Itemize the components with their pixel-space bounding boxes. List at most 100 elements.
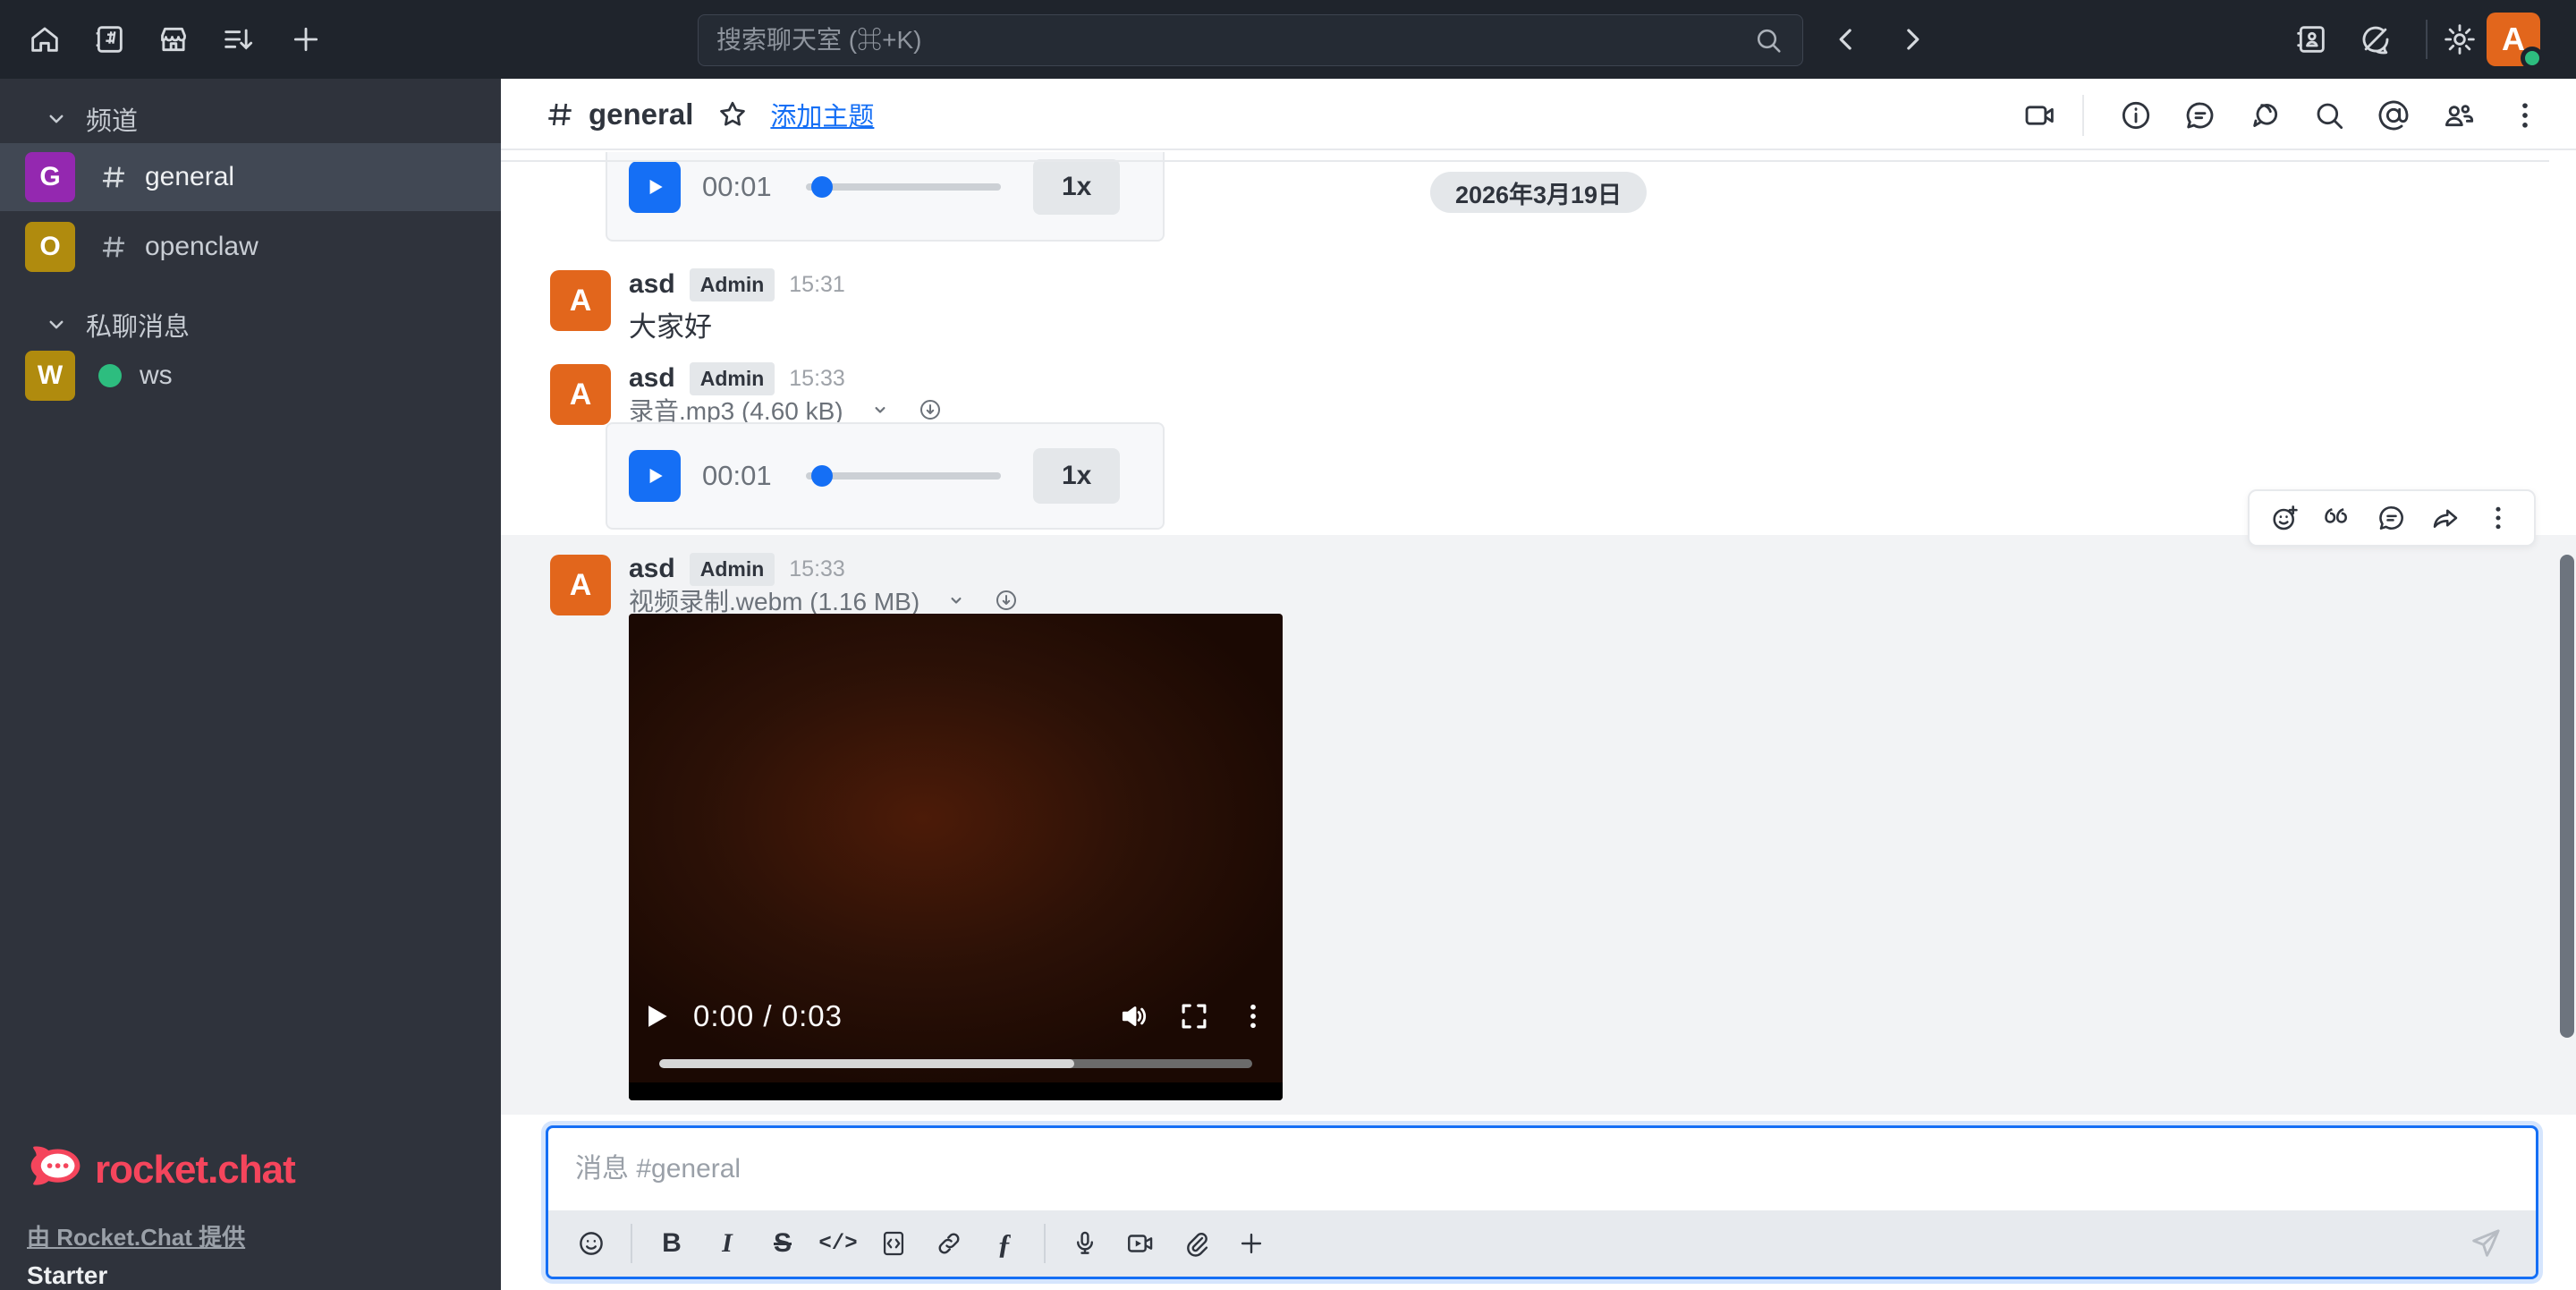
forward-icon[interactable] bbox=[2423, 496, 2468, 540]
bold-button[interactable]: B bbox=[648, 1228, 695, 1259]
attach-icon[interactable] bbox=[1173, 1220, 1219, 1267]
directory-icon[interactable] bbox=[84, 14, 134, 64]
video-buffered bbox=[659, 1059, 1074, 1068]
download-icon[interactable] bbox=[993, 587, 1020, 614]
code-block-icon[interactable] bbox=[870, 1220, 917, 1267]
rocketchat-app: A 频道 G general O openclaw 私聊消息 W ws bbox=[0, 0, 2576, 1290]
audio-seek-slider[interactable] bbox=[806, 183, 1001, 191]
attachment-filename[interactable]: 视频录制.webm (1.16 MB) bbox=[629, 582, 919, 618]
create-new-icon[interactable] bbox=[281, 14, 331, 64]
channel-name: openclaw bbox=[145, 232, 258, 262]
discussions-icon[interactable] bbox=[2239, 89, 2291, 141]
audio-seek-slider[interactable] bbox=[806, 472, 1001, 480]
admin-gear-icon[interactable] bbox=[2435, 14, 2485, 64]
audit-contacts-icon[interactable] bbox=[2286, 14, 2336, 64]
plus-icon[interactable] bbox=[1228, 1220, 1275, 1267]
role-badge: Admin bbox=[690, 362, 775, 395]
inline-code-button[interactable]: </> bbox=[815, 1232, 861, 1256]
info-icon[interactable] bbox=[2110, 89, 2162, 141]
scrollbar-thumb[interactable] bbox=[2560, 555, 2574, 1038]
home-icon[interactable] bbox=[20, 14, 70, 64]
kebab-icon[interactable] bbox=[2476, 496, 2521, 540]
audio-elapsed-time: 00:01 bbox=[702, 460, 784, 492]
audio-play-button[interactable] bbox=[629, 161, 681, 213]
header-divider bbox=[2082, 95, 2084, 136]
mentions-icon[interactable] bbox=[2368, 89, 2419, 141]
message-avatar[interactable]: A bbox=[550, 270, 611, 331]
search-icon[interactable] bbox=[2303, 89, 2355, 141]
playback-rate-button[interactable]: 1x bbox=[1033, 159, 1120, 215]
section-channels[interactable]: 频道 bbox=[0, 98, 501, 140]
video-player[interactable]: 0:00 / 0:03 bbox=[629, 614, 1283, 1100]
search-input[interactable] bbox=[716, 26, 1752, 55]
video-play-button[interactable] bbox=[629, 999, 682, 1033]
favorite-star-icon[interactable] bbox=[715, 97, 750, 132]
message-list[interactable]: 00:01 1x 2026年3月19日 A asd Admin 15:31 大家… bbox=[501, 152, 2576, 1290]
message-header: asd Admin 15:31 bbox=[629, 267, 845, 302]
message-header: asd Admin 15:33 bbox=[629, 361, 845, 396]
emoji-icon[interactable] bbox=[568, 1220, 614, 1267]
collapse-chevron-icon[interactable] bbox=[943, 587, 970, 614]
members-icon[interactable] bbox=[2432, 89, 2484, 141]
dm-avatar: W bbox=[25, 351, 75, 401]
attachment-row: 视频录制.webm (1.16 MB) bbox=[629, 582, 1020, 618]
collapse-chevron-icon[interactable] bbox=[867, 396, 894, 423]
username[interactable]: asd bbox=[629, 363, 675, 394]
omnichannel-off-icon[interactable] bbox=[2351, 14, 2401, 64]
thread-icon[interactable] bbox=[2369, 496, 2414, 540]
username[interactable]: asd bbox=[629, 269, 675, 300]
video-message-icon[interactable] bbox=[1117, 1220, 1164, 1267]
rocketchat-logo[interactable]: rocket.chat bbox=[27, 1142, 295, 1198]
mic-icon[interactable] bbox=[1062, 1220, 1108, 1267]
threads-icon[interactable] bbox=[2174, 89, 2226, 141]
link-icon[interactable] bbox=[926, 1220, 972, 1267]
nav-forward-icon[interactable] bbox=[1887, 14, 1937, 64]
video-call-icon[interactable] bbox=[2014, 89, 2066, 141]
sort-icon[interactable] bbox=[213, 14, 263, 64]
strikethrough-button[interactable]: S bbox=[759, 1228, 806, 1259]
video-kebab-icon[interactable] bbox=[1236, 999, 1270, 1033]
kebab-icon[interactable] bbox=[2499, 89, 2551, 141]
toolbar-divider bbox=[1044, 1224, 1046, 1263]
chevron-down-icon bbox=[43, 311, 70, 338]
section-direct-messages[interactable]: 私聊消息 bbox=[0, 304, 501, 345]
video-letterbox bbox=[629, 1082, 1283, 1100]
message-time: 15:31 bbox=[789, 272, 845, 298]
rocketchat-logo-icon bbox=[27, 1142, 82, 1198]
send-icon[interactable] bbox=[2462, 1220, 2509, 1267]
search-bar[interactable] bbox=[698, 14, 1803, 66]
message-avatar[interactable]: A bbox=[550, 555, 611, 615]
sidebar-item-general[interactable]: G general bbox=[0, 143, 501, 211]
nav-back-icon[interactable] bbox=[1821, 14, 1871, 64]
audio-play-button[interactable] bbox=[629, 450, 681, 502]
sidebar-footer: rocket.chat 由 Rocket.Chat 提供 Starter bbox=[27, 1142, 295, 1290]
katex-button[interactable]: ƒ bbox=[981, 1227, 1028, 1260]
playback-rate-button[interactable]: 1x bbox=[1033, 448, 1120, 504]
video-controls: 0:00 / 0:03 bbox=[629, 989, 1283, 1043]
main-area: general 添加主题 bbox=[501, 79, 2576, 1290]
video-progress-bar[interactable] bbox=[659, 1059, 1252, 1068]
username[interactable]: asd bbox=[629, 554, 675, 584]
fullscreen-icon[interactable] bbox=[1177, 999, 1211, 1033]
role-badge: Admin bbox=[690, 268, 775, 301]
sidebar-item-ws[interactable]: W ws bbox=[0, 342, 501, 410]
top-bar: A bbox=[0, 0, 2576, 79]
message-time: 15:33 bbox=[789, 366, 845, 392]
channel-avatar: G bbox=[25, 152, 75, 202]
italic-button[interactable]: I bbox=[704, 1228, 750, 1259]
download-icon[interactable] bbox=[917, 396, 944, 423]
add-reaction-icon[interactable] bbox=[2263, 496, 2308, 540]
toolbar-divider bbox=[631, 1224, 632, 1263]
marketplace-icon[interactable] bbox=[148, 14, 199, 64]
quote-icon[interactable] bbox=[2316, 496, 2360, 540]
slider-thumb[interactable] bbox=[811, 465, 833, 487]
sidebar-item-openclaw[interactable]: O openclaw bbox=[0, 213, 501, 281]
provided-by-link[interactable]: 由 Rocket.Chat 提供 bbox=[27, 1219, 295, 1252]
slider-thumb[interactable] bbox=[811, 176, 833, 198]
message-avatar[interactable]: A bbox=[550, 364, 611, 425]
channel-title[interactable]: general 添加主题 bbox=[544, 79, 874, 150]
volume-icon[interactable] bbox=[1118, 999, 1152, 1033]
channel-avatar: O bbox=[25, 222, 75, 272]
message-input[interactable] bbox=[575, 1154, 2509, 1184]
add-topic-link[interactable]: 添加主题 bbox=[770, 96, 874, 133]
